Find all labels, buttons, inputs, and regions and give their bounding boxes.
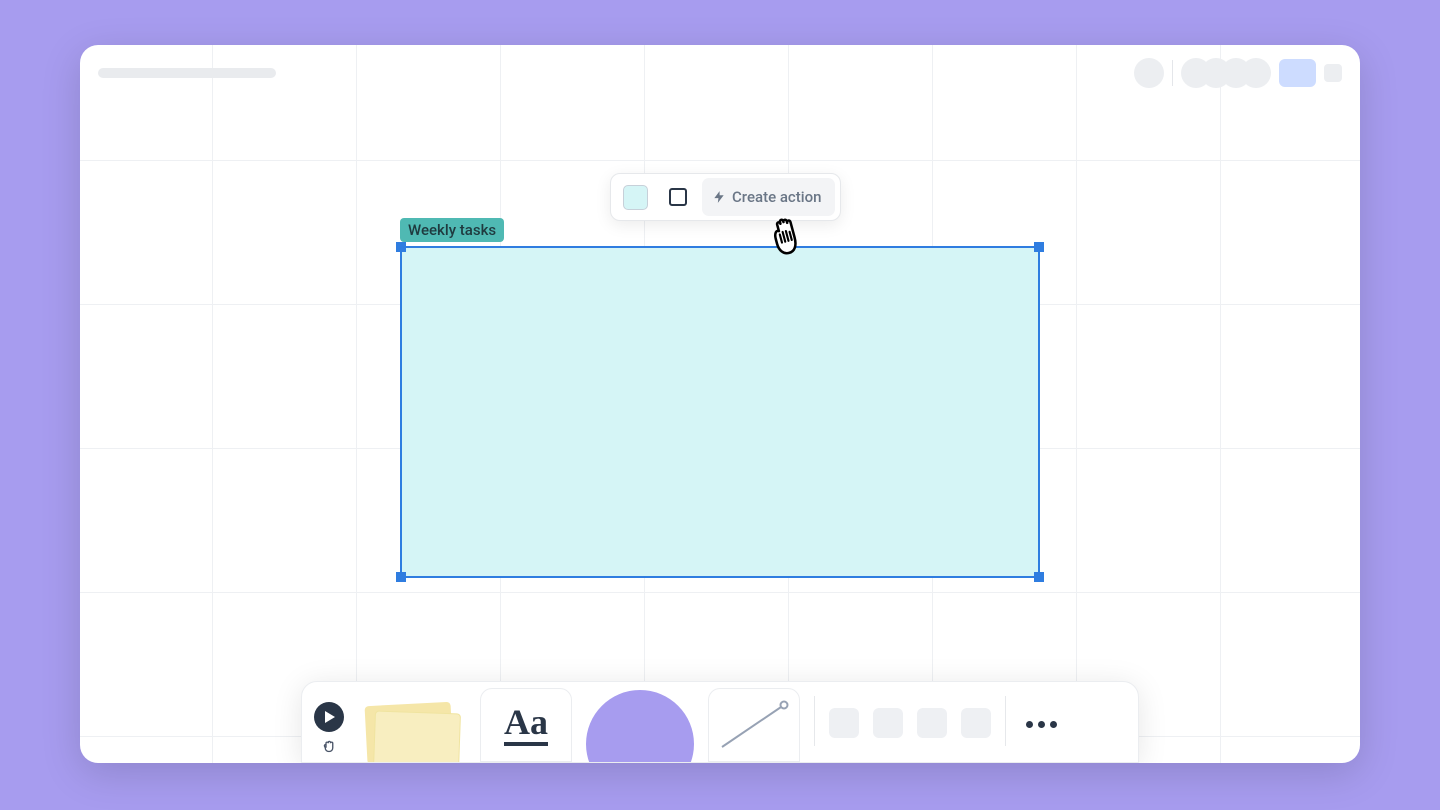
border-style-button[interactable]	[659, 178, 697, 216]
tool-placeholder[interactable]	[917, 708, 947, 738]
bottom-toolbar: Aa	[301, 681, 1139, 763]
tool-placeholder-group	[829, 708, 991, 762]
fill-color-swatch	[623, 185, 648, 210]
more-tools-button[interactable]	[1026, 721, 1057, 762]
top-bar	[80, 45, 1360, 100]
avatar-stack[interactable]	[1181, 58, 1271, 88]
menu-button[interactable]	[1324, 64, 1342, 82]
pointer-tool-group	[314, 702, 344, 762]
line-icon	[714, 695, 794, 755]
create-action-label: Create action	[732, 188, 821, 206]
text-tool[interactable]: Aa	[480, 688, 572, 762]
resize-handle-tl[interactable]	[396, 242, 406, 252]
pointer-tool[interactable]	[314, 702, 344, 732]
dot-icon	[1026, 721, 1033, 728]
share-button[interactable]	[1279, 59, 1316, 87]
title-placeholder	[98, 68, 276, 78]
pointer-icon	[325, 711, 335, 723]
toolbar-divider	[1005, 696, 1006, 746]
resize-handle-bl[interactable]	[396, 572, 406, 582]
tool-placeholder[interactable]	[829, 708, 859, 738]
shape-label[interactable]: Weekly tasks	[400, 218, 504, 242]
top-bar-right	[1134, 58, 1342, 88]
circle-shape-icon	[586, 690, 694, 762]
resize-handle-tr[interactable]	[1034, 242, 1044, 252]
line-tool[interactable]	[708, 688, 800, 762]
sticky-icon	[373, 711, 461, 762]
resize-handle-br[interactable]	[1034, 572, 1044, 582]
avatar[interactable]	[1241, 58, 1271, 88]
bolt-icon	[712, 188, 726, 206]
dot-icon	[1038, 721, 1045, 728]
app-window: Weekly tasks Create action	[80, 45, 1360, 763]
selected-rectangle[interactable]	[400, 246, 1040, 578]
fill-color-button[interactable]	[616, 178, 654, 216]
sticky-note-tool[interactable]	[358, 688, 466, 762]
shape-tool[interactable]	[586, 688, 694, 762]
presence-avatar[interactable]	[1134, 58, 1164, 88]
tool-placeholder[interactable]	[961, 708, 991, 738]
tool-placeholder[interactable]	[873, 708, 903, 738]
cursor-hand-icon	[759, 211, 813, 265]
text-tool-label: Aa	[504, 704, 548, 746]
toolbar-divider	[814, 696, 815, 746]
dot-icon	[1050, 721, 1057, 728]
separator	[1172, 60, 1173, 86]
border-swatch-icon	[669, 188, 687, 206]
hand-tool-icon[interactable]	[320, 738, 338, 756]
